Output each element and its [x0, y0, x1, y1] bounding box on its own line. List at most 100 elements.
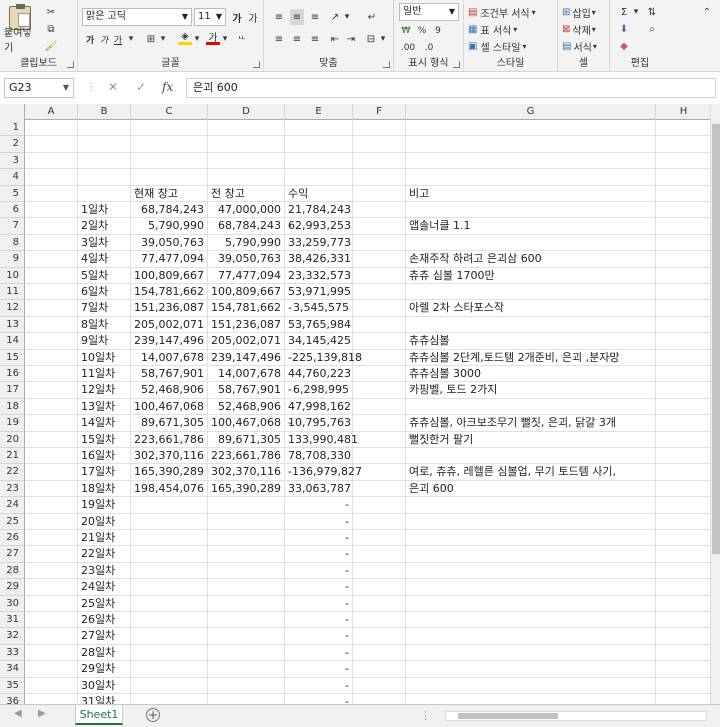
cell-e19[interactable]: -10,795,763 [285, 415, 353, 432]
cell-g1[interactable] [406, 120, 656, 137]
cell-g5[interactable]: 비고 [406, 185, 656, 202]
cell-g7[interactable]: 앱솔너클 1.1 [406, 218, 656, 235]
cell-g14[interactable]: 츄츄심볼 [406, 333, 656, 350]
find-select-icon[interactable]: ⌕ [644, 21, 660, 37]
cell-c10[interactable]: 100,809,667 [131, 267, 208, 284]
cell-e24[interactable]: - [285, 497, 353, 514]
cell-h28[interactable] [656, 562, 712, 580]
cell-g13[interactable] [406, 316, 656, 334]
cell-f19[interactable] [353, 415, 406, 432]
cell-f1[interactable] [353, 120, 406, 137]
cell-d6[interactable]: 47,000,000 [208, 202, 285, 219]
cell-g15[interactable]: 츄츄심볼 2단계,토드템 2개준비, 은괴 ,분자망 [406, 349, 656, 366]
column-header-g[interactable]: G [406, 104, 656, 120]
cell-h6[interactable] [656, 202, 712, 219]
align-bottom-icon[interactable]: ≡ [308, 9, 322, 25]
cell-g25[interactable] [406, 513, 656, 530]
cell-d33[interactable] [208, 644, 285, 662]
cell-e36[interactable]: - [285, 694, 353, 704]
cell-a23[interactable] [25, 480, 78, 498]
copy-icon[interactable]: ⧉ [44, 21, 58, 37]
cell-f15[interactable] [353, 349, 406, 366]
cell-a30[interactable] [25, 595, 78, 612]
cell-b26[interactable]: 21일차 [78, 530, 131, 547]
cell-a19[interactable] [25, 415, 78, 432]
select-all-corner[interactable] [0, 104, 25, 120]
align-right-icon[interactable]: ≡ [308, 31, 322, 47]
cell-a24[interactable] [25, 497, 78, 514]
cell-e16[interactable]: 44,760,223 [285, 366, 353, 383]
cell-c11[interactable]: 154,781,662 [131, 284, 208, 301]
cell-e33[interactable]: - [285, 644, 353, 662]
row-header[interactable]: 7 [0, 218, 25, 235]
cell-c4[interactable] [131, 169, 208, 186]
enter-icon[interactable]: ✓ [136, 80, 146, 94]
row-header[interactable]: 14 [0, 333, 25, 350]
cell-e6[interactable]: 21,784,243 [285, 202, 353, 219]
cell-g17[interactable]: 카핑벨, 토드 2가지 [406, 382, 656, 399]
vertical-scrollbar[interactable] [710, 104, 720, 704]
cell-c34[interactable] [131, 661, 208, 678]
cell-c23[interactable]: 198,454,076 [131, 480, 208, 498]
cell-b29[interactable]: 24일차 [78, 579, 131, 596]
row-header[interactable]: 17 [0, 382, 25, 399]
horizontal-scroll-thumb[interactable] [458, 713, 558, 719]
row-header[interactable]: 2 [0, 136, 25, 153]
cell-d3[interactable] [208, 152, 285, 170]
cell-g3[interactable] [406, 152, 656, 170]
cell-c24[interactable] [131, 497, 208, 514]
cell-e15[interactable]: -225,139,818 [285, 349, 362, 366]
cell-d17[interactable]: 58,767,901 [208, 382, 285, 399]
cell-h34[interactable] [656, 661, 712, 678]
cell-f30[interactable] [353, 595, 406, 612]
cell-f29[interactable] [353, 579, 406, 596]
cell-d12[interactable]: 154,781,662 [208, 300, 285, 317]
cell-h35[interactable] [656, 677, 712, 694]
cell-d30[interactable] [208, 595, 285, 612]
row-header[interactable]: 33 [0, 644, 25, 662]
cell-f25[interactable] [353, 513, 406, 530]
cell-d36[interactable] [208, 694, 285, 704]
cell-c30[interactable] [131, 595, 208, 612]
cell-b28[interactable]: 23일차 [78, 562, 131, 580]
column-header-h[interactable]: H [656, 104, 712, 120]
cell-c12[interactable]: 151,236,087 [131, 300, 208, 317]
cell-c32[interactable] [131, 628, 208, 645]
insert-function-icon[interactable]: fx [162, 80, 173, 94]
cell-f23[interactable] [353, 480, 406, 498]
row-header[interactable]: 8 [0, 234, 25, 252]
cell-g35[interactable] [406, 677, 656, 694]
cell-h13[interactable] [656, 316, 712, 334]
cell-e34[interactable]: - [285, 661, 353, 678]
cell-d19[interactable]: 100,467,068 [208, 415, 285, 432]
cell-c33[interactable] [131, 644, 208, 662]
cell-g28[interactable] [406, 562, 656, 580]
format-button[interactable]: ▤ 서식 ▾ [562, 38, 608, 54]
cell-a32[interactable] [25, 628, 78, 645]
cell-f21[interactable] [353, 448, 406, 465]
align-center-icon[interactable]: ≡ [290, 31, 304, 47]
cell-e23[interactable]: 33,063,787 [285, 480, 353, 498]
cell-g23[interactable]: 은괴 600 [406, 480, 656, 498]
column-header-f[interactable]: F [353, 104, 406, 120]
cell-a33[interactable] [25, 644, 78, 662]
cell-c14[interactable]: 239,147,496 [131, 333, 208, 350]
horizontal-scrollbar[interactable] [445, 711, 707, 721]
cell-c22[interactable]: 165,390,289 [131, 464, 208, 481]
cell-f26[interactable] [353, 530, 406, 547]
cell-a16[interactable] [25, 366, 78, 383]
cell-h2[interactable] [656, 136, 712, 153]
cell-f11[interactable] [353, 284, 406, 301]
increase-indent-icon[interactable]: ⇥ [344, 31, 358, 47]
cell-f2[interactable] [353, 136, 406, 153]
cell-d9[interactable]: 39,050,763 [208, 251, 285, 268]
cell-e3[interactable] [285, 152, 353, 170]
cell-f12[interactable] [353, 300, 406, 317]
cell-a29[interactable] [25, 579, 78, 596]
cell-f6[interactable] [353, 202, 406, 219]
cell-d32[interactable] [208, 628, 285, 645]
decrease-indent-icon[interactable]: ⇤ [328, 31, 342, 47]
font-launcher-icon[interactable] [253, 61, 260, 68]
cell-e7[interactable]: -62,993,253 [285, 218, 353, 235]
cell-b19[interactable]: 14일차 [78, 415, 131, 432]
